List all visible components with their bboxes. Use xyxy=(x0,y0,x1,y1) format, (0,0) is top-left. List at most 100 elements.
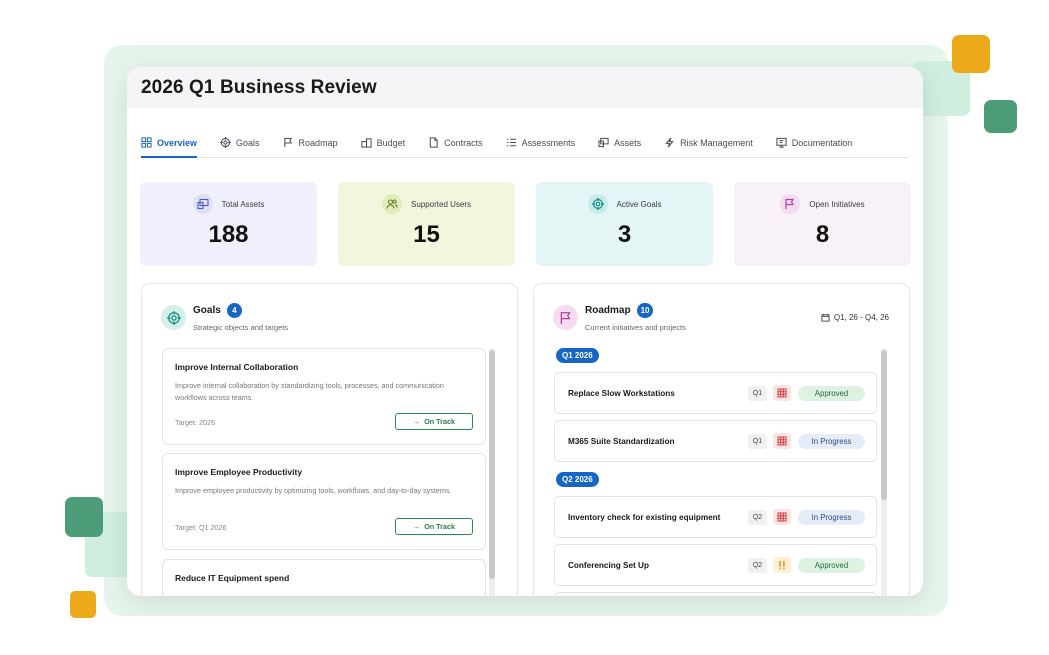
goals-panel: Goals 4 Strategic objects and targets Imp… xyxy=(141,283,518,596)
flag-icon xyxy=(553,305,578,330)
date-range-label: Q1, 26 - Q4, 26 xyxy=(833,313,889,322)
decorative-square xyxy=(65,497,103,537)
devices-icon xyxy=(598,137,609,148)
coins-icon xyxy=(360,138,372,148)
quarter-group-badge: Q1 2026 xyxy=(556,348,599,363)
status-label: On Track xyxy=(424,417,455,426)
stats-row: Total Assets 188 Supported Users 15 Acti… xyxy=(140,182,911,266)
bolt-icon xyxy=(665,137,674,148)
roadmap-item-name: Inventory check for existing equipment xyxy=(568,513,721,522)
scrollbar-thumb[interactable] xyxy=(489,350,495,579)
scrollbar[interactable] xyxy=(489,348,495,596)
stat-value: 8 xyxy=(815,221,830,248)
tab-goals[interactable]: Goals xyxy=(220,136,260,157)
users-icon xyxy=(381,194,402,214)
target-icon xyxy=(161,305,186,330)
count-badge: 10 xyxy=(636,303,654,318)
quarter-group-badge: Q2 2026 xyxy=(556,472,599,487)
goal-target: Target: Q1 2026 xyxy=(175,523,227,532)
goal-title: Improve Employee Productivity xyxy=(175,467,303,477)
tab-assets[interactable]: Assets xyxy=(598,136,641,157)
goal-description: Improve internal collaboration by standa… xyxy=(175,381,444,402)
goal-description: Improve employee productivity by optimiz… xyxy=(175,486,452,495)
tab-label: Goals xyxy=(236,137,260,148)
tab-label: Budget xyxy=(376,137,406,148)
roadmap-item[interactable] xyxy=(554,592,877,596)
document-icon xyxy=(429,137,438,148)
monitor-doc-icon xyxy=(776,137,787,148)
window-header: 2026 Q1 Business Review xyxy=(127,67,923,108)
goal-title: Reduce IT Equipment spend xyxy=(175,573,290,583)
status-label: On Track xyxy=(424,522,455,531)
scrollbar[interactable] xyxy=(881,348,887,596)
layout-icon xyxy=(141,137,152,148)
quarter-tag: Q1 xyxy=(748,386,767,401)
page-title: 2026 Q1 Business Review xyxy=(141,77,377,98)
stat-value: 15 xyxy=(413,221,440,248)
quarter-tag: Q2 xyxy=(748,510,767,525)
roadmap-item-name: M365 Suite Standardization xyxy=(568,437,675,446)
quarter-tag: Q1 xyxy=(748,434,767,449)
tab-label: Contracts xyxy=(444,137,483,148)
priority-medium-icon xyxy=(773,557,791,573)
tab-documentation[interactable]: Documentation xyxy=(776,136,853,157)
tab-risk-management[interactable]: Risk Management xyxy=(664,136,753,157)
devices-icon xyxy=(192,194,213,214)
roadmap-item[interactable]: Conferencing Set Up Q2 Approved xyxy=(554,544,877,586)
flag-icon xyxy=(283,137,292,148)
panel-title: Roadmap xyxy=(585,305,631,316)
goal-title: Improve Internal Collaboration xyxy=(175,362,299,372)
priority-high-icon xyxy=(773,433,791,449)
stat-label: Open Initiatives xyxy=(809,199,865,209)
decorative-square xyxy=(984,100,1017,133)
tab-label: Documentation xyxy=(791,137,853,148)
decorative-square xyxy=(70,591,96,618)
roadmap-panel: Roadmap 10 Current initiatives and projec… xyxy=(533,283,910,596)
date-range[interactable]: Q1, 26 - Q4, 26 xyxy=(821,313,889,322)
stat-card-open-initiatives: Open Initiatives 8 xyxy=(734,182,911,266)
tab-bar: Overview Goals Roadmap Budget Contracts … xyxy=(141,136,909,158)
goal-target: Target: 2026 xyxy=(175,418,215,427)
panel-subtitle: Strategic objects and targets xyxy=(193,323,289,332)
stat-label: Supported Users xyxy=(410,199,472,209)
tab-budget[interactable]: Budget xyxy=(360,136,406,157)
roadmap-item-name: Replace Slow Workstations xyxy=(568,389,675,398)
roadmap-item[interactable]: Replace Slow Workstations Q1 Approved xyxy=(554,372,877,414)
on-track-button[interactable]: → On Track xyxy=(395,518,473,535)
goal-card[interactable]: Improve Employee Productivity Improve em… xyxy=(162,453,486,550)
stat-card-total-assets: Total Assets 188 xyxy=(140,182,317,266)
tab-label: Overview xyxy=(157,137,198,148)
tab-label: Roadmap xyxy=(298,137,338,148)
status-badge: In Progress xyxy=(798,510,865,525)
roadmap-item[interactable]: Inventory check for existing equipment Q… xyxy=(554,496,877,538)
scrollbar-thumb[interactable] xyxy=(881,350,887,500)
tab-roadmap[interactable]: Roadmap xyxy=(283,136,338,157)
goal-card[interactable]: Reduce IT Equipment spend xyxy=(162,559,486,596)
priority-high-icon xyxy=(773,385,791,401)
flag-icon xyxy=(780,194,801,214)
target-icon xyxy=(587,194,608,214)
count-badge: 4 xyxy=(226,303,242,318)
stat-value: 188 xyxy=(208,221,249,248)
arrow-right-icon: → xyxy=(413,522,421,531)
stat-value: 3 xyxy=(617,221,632,248)
tab-label: Assessments xyxy=(521,137,576,148)
stat-card-supported-users: Supported Users 15 xyxy=(338,182,515,266)
tab-label: Assets xyxy=(614,137,642,148)
priority-high-icon xyxy=(773,509,791,525)
target-icon xyxy=(220,137,232,148)
roadmap-item[interactable]: M365 Suite Standardization Q1 In Progres… xyxy=(554,420,877,462)
status-badge: In Progress xyxy=(798,434,865,449)
tab-overview[interactable]: Overview xyxy=(141,136,198,158)
tab-label: Risk Management xyxy=(680,137,753,148)
on-track-button[interactable]: → On Track xyxy=(395,413,473,430)
goal-card[interactable]: Improve Internal Collaboration Improve i… xyxy=(162,348,486,445)
stat-card-active-goals: Active Goals 3 xyxy=(536,182,713,266)
roadmap-item-name: Conferencing Set Up xyxy=(568,561,649,570)
tab-assessments[interactable]: Assessments xyxy=(506,136,576,157)
tab-contracts[interactable]: Contracts xyxy=(428,136,483,157)
status-badge: Approved xyxy=(798,558,865,573)
decorative-square xyxy=(952,35,990,73)
panel-title: Goals xyxy=(193,305,221,316)
arrow-right-icon: → xyxy=(413,417,421,426)
